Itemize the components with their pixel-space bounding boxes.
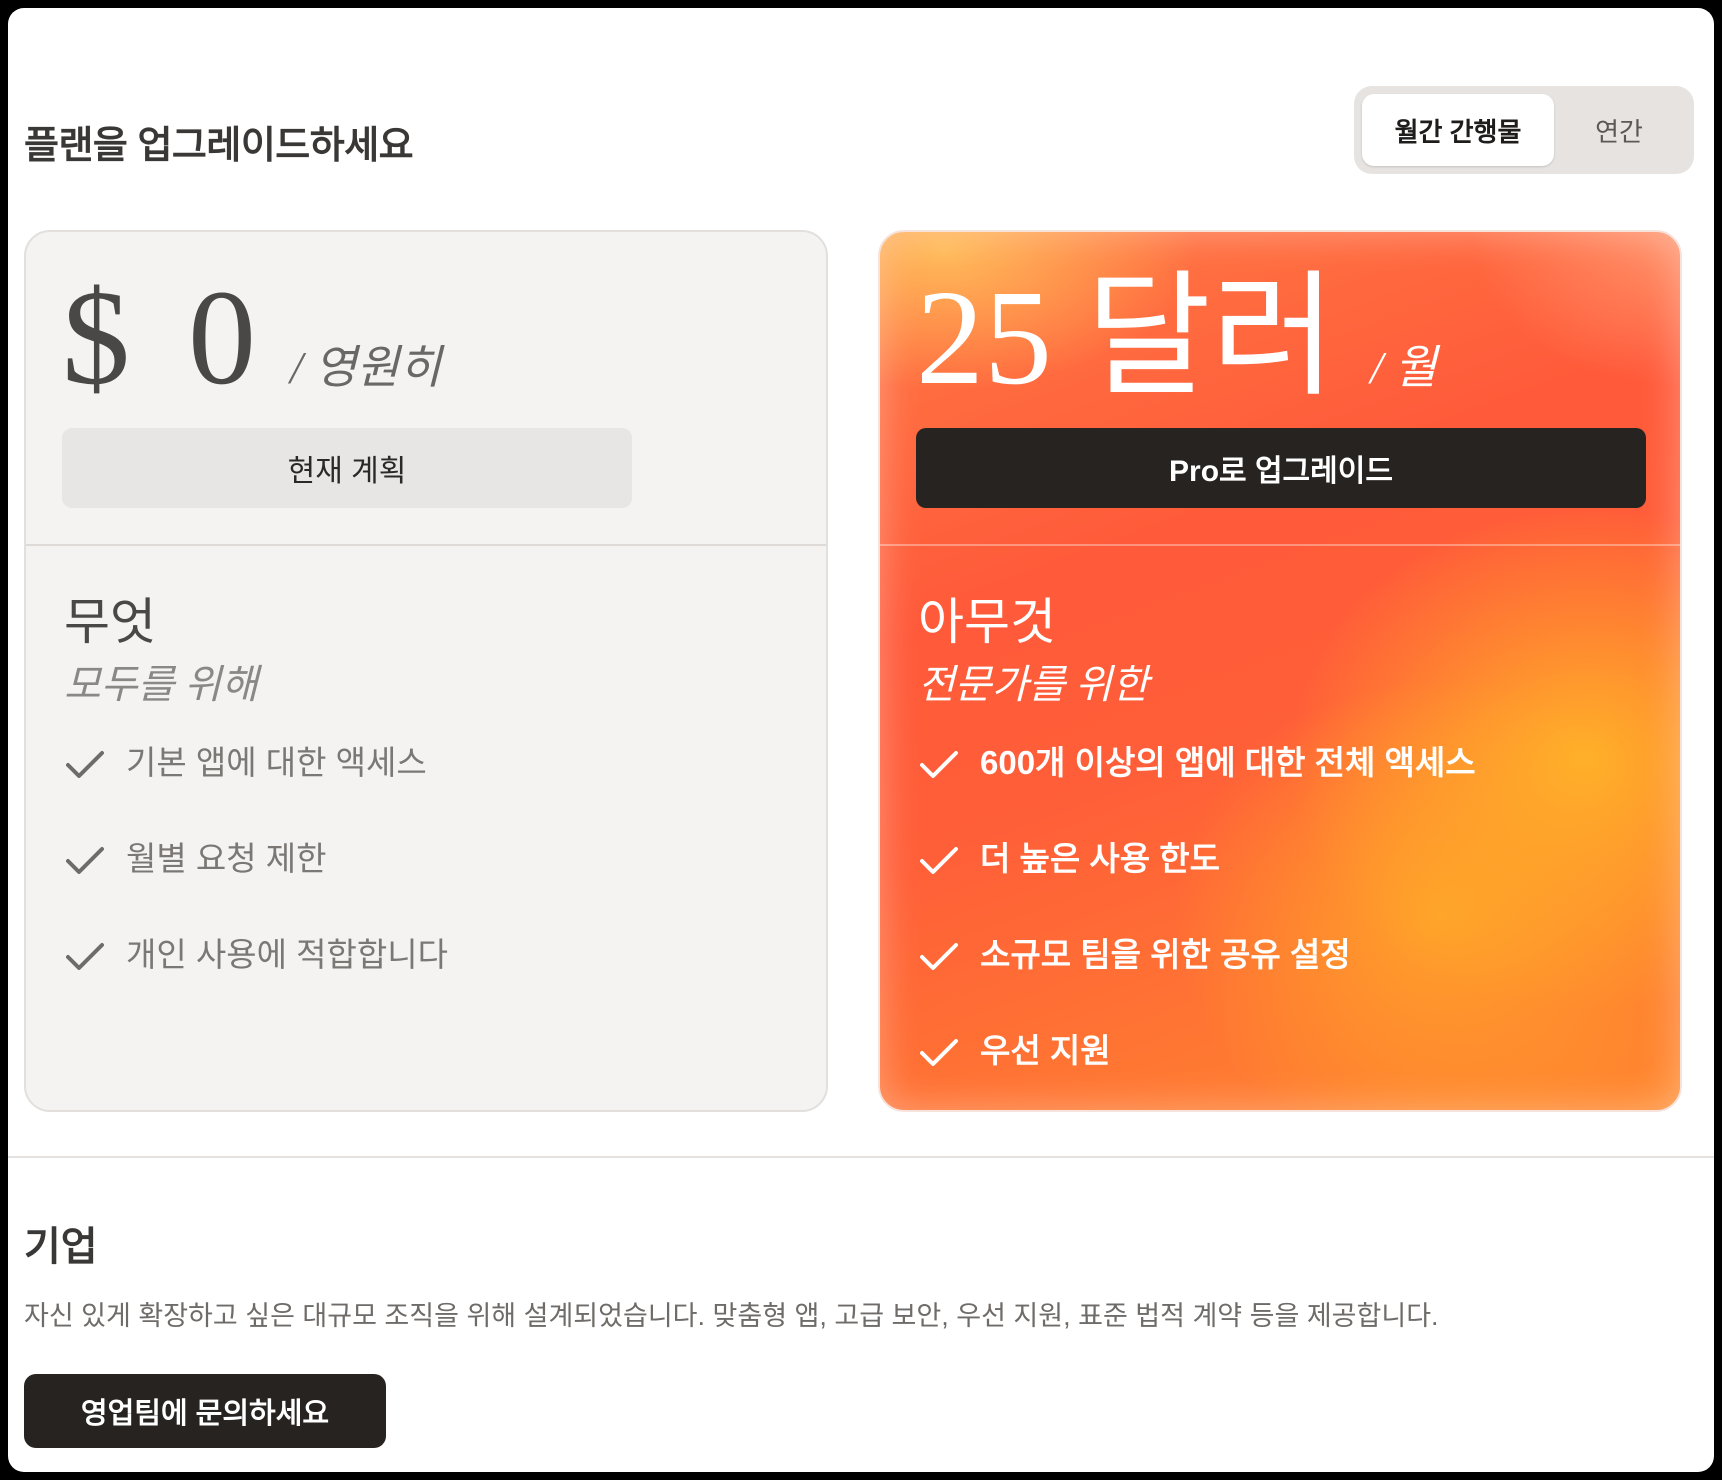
free-price-amount: $ 0 — [62, 263, 268, 413]
feature-text: 소규모 팀을 위한 공유 설정 — [980, 936, 1351, 973]
free-price: $ 0 / 영원히 — [62, 270, 441, 406]
check-icon — [920, 847, 958, 874]
feature-item: 개인 사용에 적합합니다 — [64, 904, 448, 1000]
check-icon — [920, 1039, 958, 1066]
check-icon — [66, 847, 104, 874]
check-icon — [920, 943, 958, 970]
contact-sales-button[interactable]: 영업팀에 문의하세요 — [24, 1374, 386, 1448]
feature-text: 우선 지원 — [980, 1032, 1111, 1069]
pricing-dialog: 플랜을 업그레이드하세요 월간 간행물 연간 $ 0 / 영원히 현재 계획 무… — [8, 8, 1714, 1472]
feature-item: 월별 요청 제한 — [64, 808, 448, 904]
current-plan-button[interactable]: 현재 계획 — [62, 428, 632, 508]
free-plan-name: 무엇 — [64, 594, 156, 650]
feature-text: 600개 이상의 앱에 대한 전체 액세스 — [980, 744, 1476, 781]
free-plan-subtitle: 모두를 위해 — [64, 662, 258, 707]
check-icon — [920, 751, 958, 778]
divider — [880, 544, 1680, 546]
free-feature-list: 기본 앱에 대한 액세스 월별 요청 제한 개인 사용에 적합합니다 — [64, 712, 448, 1000]
page-title: 플랜을 업그레이드하세요 — [24, 125, 414, 167]
billing-monthly-option[interactable]: 월간 간행물 — [1362, 94, 1554, 166]
feature-text: 기본 앱에 대한 액세스 — [126, 744, 427, 781]
pro-price-amount: 25 달러 — [916, 263, 1337, 413]
feature-item: 우선 지원 — [918, 1000, 1476, 1096]
feature-text: 개인 사용에 적합합니다 — [126, 936, 448, 973]
pro-plan-subtitle: 전문가를 위한 — [918, 662, 1149, 707]
pro-price-unit: / 월 — [1370, 342, 1437, 393]
section-divider — [8, 1156, 1714, 1158]
free-price-unit: / 영원히 — [290, 342, 442, 393]
billing-toggle: 월간 간행물 연간 — [1354, 86, 1694, 174]
feature-text: 월별 요청 제한 — [126, 840, 327, 877]
upgrade-pro-button[interactable]: Pro로 업그레이드 — [916, 428, 1646, 508]
feature-text: 더 높은 사용 한도 — [980, 840, 1221, 877]
pro-price: 25 달러 / 월 — [916, 270, 1437, 406]
free-plan-card: $ 0 / 영원히 현재 계획 무엇 모두를 위해 기본 앱에 대한 액세스 월… — [24, 230, 828, 1112]
billing-annual-option[interactable]: 연간 — [1554, 94, 1684, 166]
check-icon — [66, 751, 104, 778]
divider — [26, 544, 826, 546]
enterprise-title: 기업 — [24, 1225, 98, 1269]
enterprise-description: 자신 있게 확장하고 싶은 대규모 조직을 위해 설계되었습니다. 맞춤형 앱,… — [24, 1301, 1439, 1331]
feature-item: 더 높은 사용 한도 — [918, 808, 1476, 904]
check-icon — [66, 943, 104, 970]
feature-item: 600개 이상의 앱에 대한 전체 액세스 — [918, 712, 1476, 808]
feature-item: 기본 앱에 대한 액세스 — [64, 712, 448, 808]
feature-item: 소규모 팀을 위한 공유 설정 — [918, 904, 1476, 1000]
pro-plan-name: 아무것 — [918, 594, 1056, 650]
pro-plan-card: 25 달러 / 월 Pro로 업그레이드 아무것 전문가를 위한 600개 이상… — [878, 230, 1682, 1112]
pro-feature-list: 600개 이상의 앱에 대한 전체 액세스 더 높은 사용 한도 소규모 팀을 … — [918, 712, 1476, 1096]
